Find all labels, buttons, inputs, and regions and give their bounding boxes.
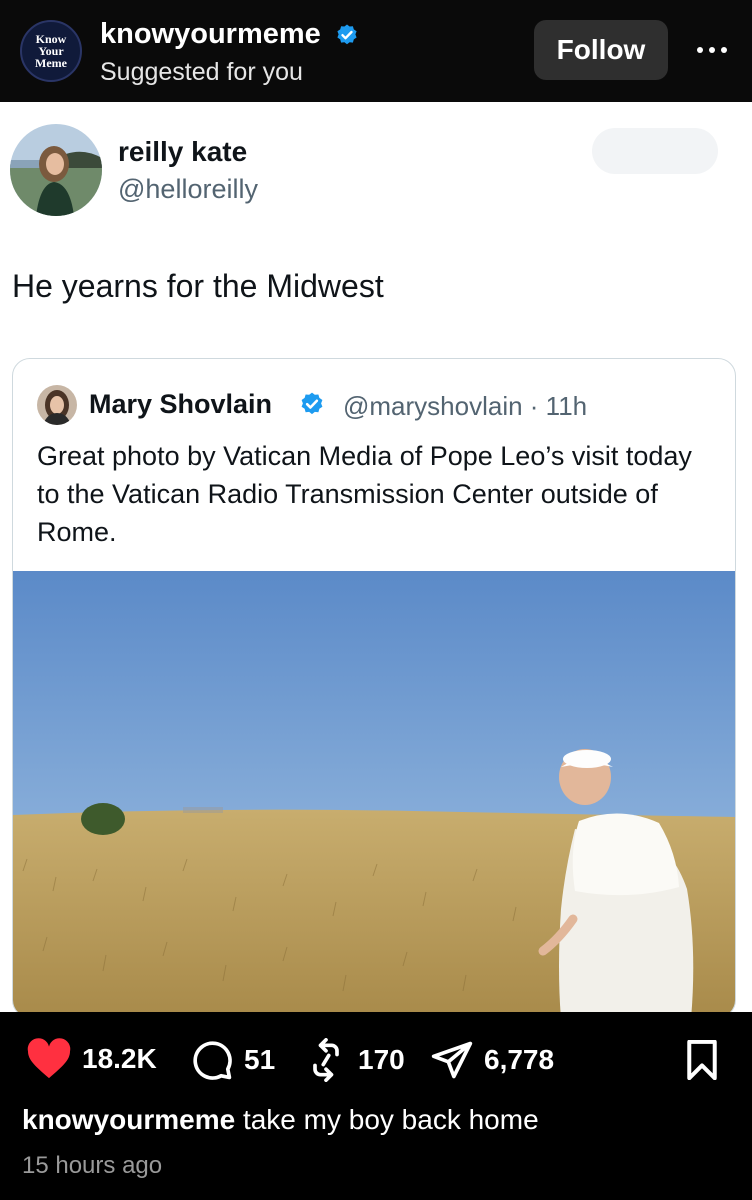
faded-follow-button (592, 128, 718, 174)
share-count: 6,778 (484, 1044, 555, 1075)
quoted-author-name: Mary Shovlain (89, 389, 273, 419)
caption-username[interactable]: knowyourmeme (22, 1104, 235, 1135)
post-timestamp: 15 hours ago (22, 1152, 163, 1179)
verified-badge-icon (301, 392, 323, 415)
share-action[interactable]: 6,778 (430, 1038, 554, 1082)
post-actions-bar: 18.2K 51 170 6,778 (0, 1012, 752, 1102)
tweet-screenshot[interactable]: reilly kate @helloreilly He yearns for t… (0, 102, 752, 1018)
logo-line-3: Meme (35, 56, 67, 70)
tweet-author-handle: @helloreilly (118, 174, 258, 204)
like-action[interactable]: 18.2K (26, 1038, 157, 1080)
repost-count: 170 (358, 1044, 405, 1075)
comment-icon[interactable] (190, 1038, 234, 1082)
save-action[interactable] (684, 1039, 720, 1085)
knowyourmeme-avatar[interactable]: Know Your Meme (20, 20, 82, 82)
post-caption: knowyourmeme take my boy back home (22, 1104, 539, 1136)
verified-badge-icon (337, 24, 357, 45)
quoted-time: · 11h (529, 391, 588, 421)
post-header: Know Your Meme knowyourmeme Suggested fo… (0, 0, 752, 102)
account-name-row[interactable]: knowyourmeme (100, 18, 359, 51)
repost-icon[interactable] (304, 1038, 348, 1082)
tweet-author-name: reilly kate (118, 136, 248, 167)
suggested-label: Suggested for you (100, 58, 303, 86)
quoted-author-handle: @maryshovlain (343, 391, 523, 421)
tweet-text: He yearns for the Midwest (12, 268, 384, 304)
follow-button[interactable]: Follow (534, 20, 668, 80)
bookmark-icon[interactable] (684, 1039, 720, 1081)
quoted-tweet-text: Great photo by Vatican Media of Pope Leo… (37, 441, 692, 547)
comment-count: 51 (244, 1044, 276, 1075)
caption-text: take my boy back home (242, 1104, 539, 1135)
heart-icon[interactable] (26, 1038, 72, 1080)
wheat-field-photo (13, 571, 735, 1017)
repost-action[interactable]: 170 (304, 1038, 405, 1082)
more-options-icon[interactable] (690, 30, 734, 70)
quoted-tweet: Mary Shovlain @maryshovlain · 11h Great … (12, 358, 736, 1018)
like-count: 18.2K (82, 1043, 157, 1074)
quoted-author-meta: @maryshovlain · 11h (343, 391, 587, 422)
send-icon[interactable] (430, 1038, 474, 1082)
tweet-author-avatar (10, 124, 102, 216)
comment-action[interactable]: 51 (190, 1038, 275, 1082)
quoted-author-avatar (37, 385, 77, 425)
account-name[interactable]: knowyourmeme (100, 18, 321, 50)
